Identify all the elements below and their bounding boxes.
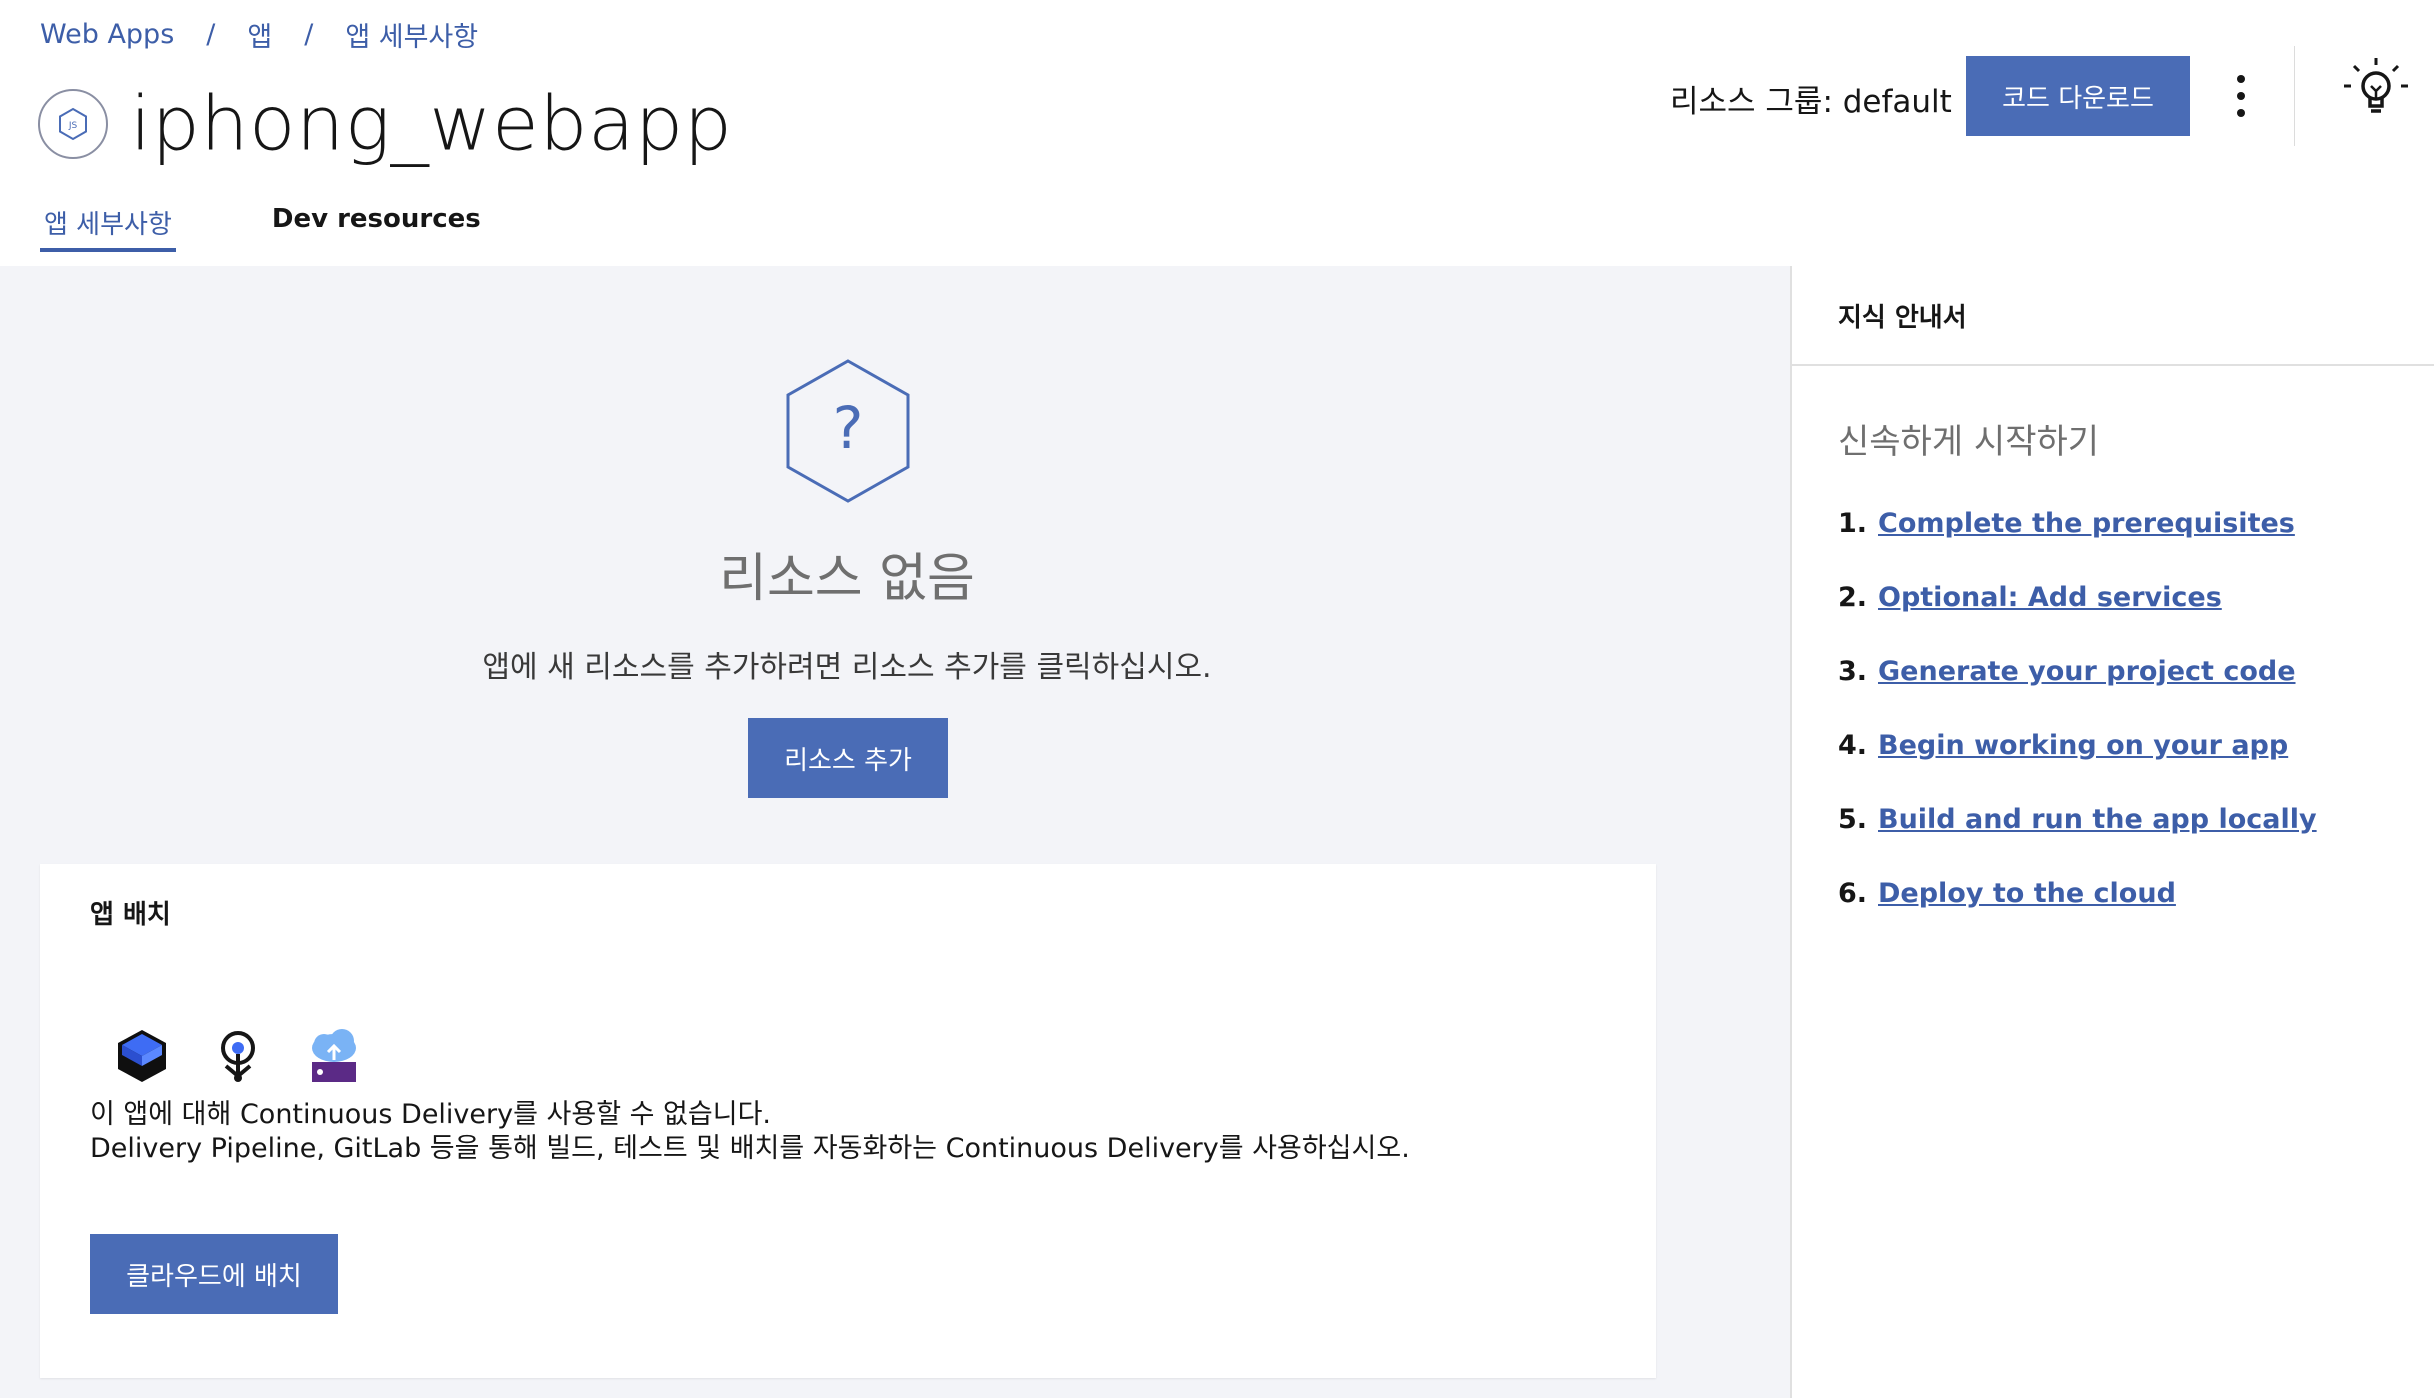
tab-dev-resources[interactable]: Dev resources (272, 196, 481, 252)
knowledge-guide-panel: 지식 안내서 신속하게 시작하기 1. Complete the prerequ… (1790, 266, 2434, 1398)
breadcrumb-separator: / (206, 18, 216, 50)
breadcrumb-separator: / (304, 18, 314, 50)
add-resource-button[interactable]: 리소스 추가 (748, 718, 948, 798)
hexagon-badge-icon: JS (38, 89, 108, 159)
tab-bar: 앱 세부사항 Dev resources (40, 196, 481, 266)
step-link-generate-code[interactable]: Generate your project code (1878, 656, 2296, 687)
step-number: 5. (1838, 804, 1868, 835)
app-deploy-card: 앱 배치 이 앱에 대해 Continuous Delivery를 사용할 수 … (40, 864, 1656, 1378)
download-code-button[interactable]: 코드 다운로드 (1966, 56, 2190, 136)
list-item: 3. Generate your project code (1838, 656, 2317, 730)
cd-message-line1: 이 앱에 대해 Continuous Delivery를 사용할 수 없습니다. (90, 1099, 771, 1130)
list-item: 6. Deploy to the cloud (1838, 878, 2317, 952)
deploy-to-cloud-button[interactable]: 클라우드에 배치 (90, 1234, 338, 1314)
card-title: 앱 배치 (90, 900, 171, 930)
overflow-menu-icon[interactable] (2226, 70, 2256, 122)
header-divider (2294, 46, 2295, 146)
cloud-deploy-icon (304, 1026, 364, 1086)
step-link-begin-working[interactable]: Begin working on your app (1878, 730, 2288, 761)
tab-app-details[interactable]: 앱 세부사항 (40, 196, 176, 252)
title-row: JS iphong_webapp (38, 86, 733, 162)
page-header: Web Apps / 앱 / 앱 세부사항 JS iphong_webapp 앱… (0, 0, 2434, 266)
cd-message-line2: Delivery Pipeline, GitLab 등을 통해 빌드, 테스트 … (90, 1133, 1410, 1164)
step-number: 2. (1838, 582, 1868, 613)
breadcrumb-web-apps[interactable]: Web Apps (40, 19, 174, 50)
empty-state-title: 리소스 없음 (719, 549, 975, 609)
main-content: ? 리소스 없음 앱에 새 리소스를 추가하려면 리소스 추가를 클릭하십시오.… (0, 266, 1790, 1398)
panel-title: 지식 안내서 (1792, 266, 2434, 366)
toolchain-icons (112, 1026, 400, 1086)
panel-subtitle: 신속하게 시작하기 (1838, 422, 2100, 462)
step-link-deploy-cloud[interactable]: Deploy to the cloud (1878, 878, 2176, 909)
list-item: 2. Optional: Add services (1838, 582, 2317, 656)
step-number: 6. (1838, 878, 1868, 909)
svg-text:JS: JS (68, 121, 78, 131)
delivery-pipeline-icon (112, 1026, 172, 1086)
continuous-delivery-message: 이 앱에 대해 Continuous Delivery를 사용할 수 없습니다.… (90, 1098, 1410, 1166)
page-title: iphong_webapp (130, 79, 733, 168)
empty-state-description: 앱에 새 리소스를 추가하려면 리소스 추가를 클릭하십시오. (482, 650, 1212, 685)
step-link-prerequisites[interactable]: Complete the prerequisites (1878, 508, 2295, 539)
svg-text:?: ? (833, 394, 864, 462)
breadcrumb-app-details[interactable]: 앱 세부사항 (345, 15, 478, 54)
step-number: 4. (1838, 730, 1868, 761)
step-link-build-run-locally[interactable]: Build and run the app locally (1878, 804, 2317, 835)
list-item: 1. Complete the prerequisites (1838, 508, 2317, 582)
list-item: 4. Begin working on your app (1838, 730, 2317, 804)
step-link-add-services[interactable]: Optional: Add services (1878, 582, 2222, 613)
step-number: 1. (1838, 508, 1868, 539)
question-hexagon-icon: ? (784, 358, 912, 508)
breadcrumb-app[interactable]: 앱 (247, 15, 272, 54)
breadcrumb: Web Apps / 앱 / 앱 세부사항 (40, 14, 478, 54)
gitlab-icon (208, 1026, 268, 1086)
resource-group-label: 리소스 그룹: default (1670, 84, 1952, 120)
list-item: 5. Build and run the app locally (1838, 804, 2317, 878)
step-number: 3. (1838, 656, 1868, 687)
getting-started-steps: 1. Complete the prerequisites 2. Optiona… (1838, 508, 2317, 952)
lightbulb-icon[interactable] (2340, 54, 2412, 126)
